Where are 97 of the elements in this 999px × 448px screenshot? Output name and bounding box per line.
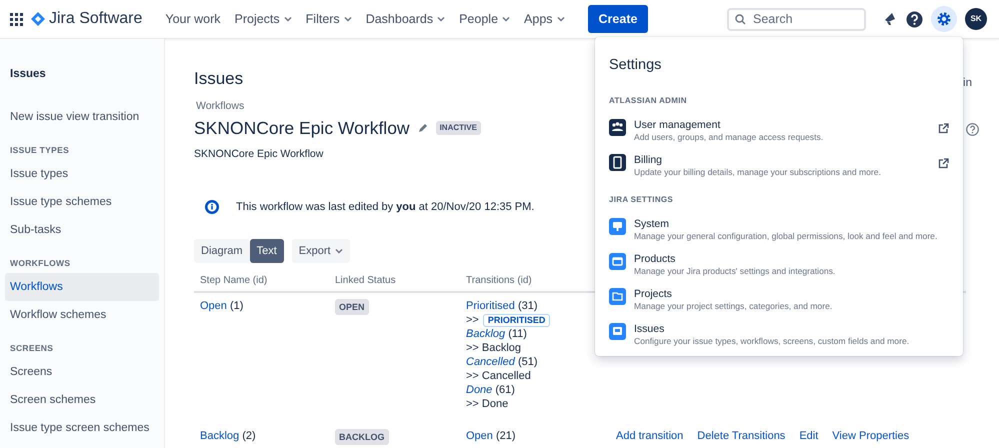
- menu-section-heading: ATLASSIAN ADMIN: [609, 94, 688, 107]
- settings-item-icon: [609, 154, 626, 171]
- transition-id: (11): [508, 328, 527, 340]
- pencil-icon[interactable]: [418, 123, 428, 134]
- nav-menu-item[interactable]: People: [452, 6, 518, 32]
- menu-item[interactable]: Projects Manage your project settings, categories, and more.: [609, 284, 949, 316]
- menu-item-title: Products: [634, 252, 676, 266]
- status-lozenge: OPEN: [335, 299, 369, 316]
- sidebar-item[interactable]: Issue types: [5, 160, 159, 188]
- status-lozenge: INACTIVE: [436, 121, 481, 136]
- menu-section-heading: JIRA SETTINGS: [609, 194, 674, 206]
- settings-button[interactable]: [931, 6, 957, 32]
- menu-item[interactable]: User management Add users, groups, and manage access requests.: [609, 114, 949, 147]
- notice-message: This workflow was last edited by you at 20/Nov/20 12:35 PM.: [236, 200, 534, 216]
- action-link[interactable]: Add transition: [616, 430, 684, 442]
- external-link-icon[interactable]: [938, 122, 949, 134]
- menu-item[interactable]: Billing Update your billing details, manage your subscriptions and more.: [609, 150, 949, 182]
- partial-text: in: [963, 76, 972, 91]
- view-tab[interactable]: Diagram: [194, 238, 250, 264]
- transition-link[interactable]: Done: [466, 384, 492, 396]
- sidebar-section-heading: SCREENS: [9, 343, 54, 353]
- menu-item-description: Manage your Jira products' settings and integrations.: [634, 266, 836, 277]
- transition-id: (21): [496, 430, 516, 442]
- workflow-description: SKNONCore Epic Workflow: [194, 147, 324, 162]
- product-name: Jira Software: [49, 9, 142, 29]
- view-tab[interactable]: Text: [250, 238, 284, 264]
- diamond-logo-icon: [31, 12, 45, 26]
- user-avatar[interactable]: SK: [965, 8, 987, 30]
- nav-menu-item[interactable]: Filters: [298, 6, 359, 32]
- nav-menu-item[interactable]: Dashboards: [358, 6, 452, 32]
- workflow-name: SKNONCore Epic Workflow: [194, 117, 410, 140]
- search-field[interactable]: Search: [727, 8, 866, 30]
- transition-id: (51): [518, 356, 538, 368]
- sidebar-item[interactable]: Issue type screen schemes: [5, 414, 159, 442]
- sidebar-item[interactable]: Workflows: [5, 273, 159, 301]
- step-link[interactable]: Backlog: [200, 430, 240, 442]
- sidebar-item[interactable]: New issue view transition: [5, 103, 159, 131]
- transition-id: (61): [495, 384, 515, 396]
- column-header: Step Name (id): [194, 271, 329, 292]
- menu-title: Settings: [609, 56, 662, 75]
- sidebar-item[interactable]: Screens: [5, 358, 159, 386]
- app-switcher-icon[interactable]: [10, 12, 23, 26]
- chevron-down-icon: [334, 248, 343, 254]
- transition-link[interactable]: Backlog: [466, 328, 506, 340]
- sidebar-item[interactable]: Issue type schemes: [5, 188, 159, 216]
- transition-link[interactable]: Prioritised: [466, 300, 515, 312]
- action-link[interactable]: Delete Transitions: [697, 430, 786, 442]
- column-header: Linked Status: [329, 271, 460, 292]
- nav-menu-item[interactable]: Your work: [158, 6, 228, 32]
- settings-item-icon: [609, 252, 626, 270]
- sidebar-section-heading: ISSUE TYPES: [9, 145, 70, 155]
- action-link[interactable]: Edit: [799, 430, 818, 442]
- menu-item[interactable]: Products Manage your Jira products' settings and integrations.: [609, 248, 949, 281]
- transition-id: (31): [518, 300, 538, 312]
- transition-target: >> Done: [466, 397, 508, 412]
- sidebar-item[interactable]: Workflow schemes: [5, 301, 159, 329]
- menu-item-title: Projects: [634, 288, 673, 301]
- menu-item-title: Issues: [634, 322, 666, 336]
- settings-item-icon: [609, 288, 626, 305]
- menu-item-description: Manage your general configuration, global permissions, look and feel and more.: [634, 230, 938, 242]
- menu-item[interactable]: System Manage your general configuration, global permissions, look and feel and more.: [609, 214, 949, 246]
- info-icon: [204, 199, 220, 216]
- sidebar-title: Issues: [9, 67, 47, 81]
- nav-menu-item[interactable]: Projects: [228, 6, 299, 32]
- page-title: Issues: [194, 69, 244, 90]
- step-id: (2): [242, 430, 256, 442]
- external-link-icon[interactable]: [938, 158, 949, 169]
- search-icon: [735, 14, 746, 24]
- nav-menu-item[interactable]: Apps: [517, 6, 572, 32]
- transition-target: >> Cancelled: [466, 369, 531, 384]
- settings-item-icon: [609, 118, 626, 136]
- menu-item-title: Billing: [634, 154, 664, 167]
- menu-item-title: User management: [634, 118, 722, 132]
- settings-item-icon: [609, 218, 626, 235]
- settings-item-icon: [609, 322, 626, 340]
- menu-item-description: Update your billing details, manage your subscriptions and more.: [634, 166, 882, 178]
- create-button[interactable]: Create: [588, 4, 648, 34]
- menu-item[interactable]: Issues Configure your issue types, workflows, screens, custom fields and more.: [609, 318, 949, 351]
- menu-item-description: Configure your issue types, workflows, screens, custom fields and more.: [634, 336, 910, 347]
- menu-item-description: Add users, groups, and manage access requests.: [634, 132, 824, 143]
- settings-icon: [936, 11, 952, 27]
- transition-target: >> Backlog: [466, 341, 522, 356]
- status-lozenge: PRIORITISED: [482, 314, 550, 327]
- action-link[interactable]: View Properties: [832, 430, 910, 442]
- menu-item-title: System: [634, 218, 670, 231]
- transition-link[interactable]: Cancelled: [466, 356, 515, 368]
- sidebar-section-heading: WORKFLOWS: [9, 258, 72, 268]
- menu-item-description: Manage your project settings, categories, and more.: [634, 300, 834, 312]
- transition-link[interactable]: Open: [466, 430, 493, 442]
- status-lozenge: BACKLOG: [335, 429, 388, 446]
- sidebar-item[interactable]: Sub-tasks: [5, 216, 159, 244]
- step-id: (1): [230, 300, 244, 312]
- sidebar-item[interactable]: Screen schemes: [5, 386, 159, 414]
- target-arrow: >>: [466, 313, 479, 328]
- export-button[interactable]: Export: [292, 238, 350, 264]
- help-icon[interactable]: [906, 10, 923, 28]
- step-link[interactable]: Open: [200, 300, 227, 312]
